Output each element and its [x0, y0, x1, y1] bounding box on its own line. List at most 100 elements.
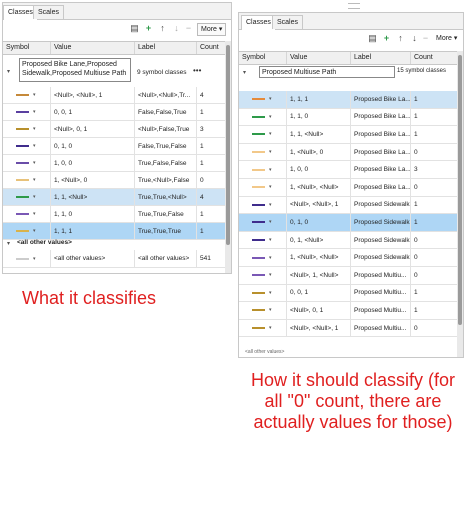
- label-cell[interactable]: <Null>,<Null>,Tr...: [135, 87, 197, 103]
- label-cell[interactable]: False,False,True: [135, 104, 197, 120]
- class-row[interactable]: ▾ 0, 1, 0 False,True,False 1: [3, 138, 231, 155]
- more-button[interactable]: More ▾: [433, 33, 460, 44]
- class-row[interactable]: ▾ <Null>, 0, 1 <Null>,False,True 3: [3, 121, 231, 138]
- move-down-icon[interactable]: ↓: [171, 23, 182, 34]
- class-row[interactable]: ▾ 1, <Null>, 0 True,<Null>,False 0: [3, 172, 231, 189]
- label-cell[interactable]: True,False,False: [135, 155, 197, 171]
- symbol-swatch[interactable]: [252, 274, 265, 277]
- value-cell[interactable]: 1, 1, 1: [51, 223, 135, 239]
- symbol-cell[interactable]: ▾: [239, 249, 287, 266]
- symbol-cell[interactable]: ▾: [3, 172, 51, 188]
- class-row[interactable]: ▾ 1, <Null>, 0 Proposed Bike La... 0: [239, 143, 463, 162]
- other-values-row[interactable]: ▾ <all other values> <all other values> …: [3, 250, 231, 268]
- class-row[interactable]: ▾ 1, 0, 0 Proposed Bike La... 3: [239, 161, 463, 179]
- symbol-cell[interactable]: ▾: [239, 91, 287, 108]
- value-cell[interactable]: <Null>, 0, 1: [287, 302, 351, 319]
- collapse-icon[interactable]: ▾: [243, 69, 246, 76]
- symbol-cell[interactable]: ▾: [3, 121, 51, 137]
- col-value[interactable]: Value: [287, 52, 351, 64]
- dropdown-caret-icon[interactable]: ▾: [269, 307, 272, 313]
- value-cell[interactable]: 1, 0, 0: [51, 155, 135, 171]
- dropdown-caret-icon[interactable]: ▾: [33, 177, 36, 183]
- dropdown-caret-icon[interactable]: ▾: [33, 143, 36, 149]
- value-cell[interactable]: 0, 1, <Null>: [287, 231, 351, 249]
- symbol-cell[interactable]: ▾: [3, 189, 51, 205]
- symbol-swatch[interactable]: [252, 327, 265, 330]
- class-row[interactable]: ▾ 1, <Null>, <Null> Proposed Bike La... 0: [239, 179, 463, 197]
- class-row[interactable]: ▾ 1, <Null>, <Null> Proposed Sidewalk 0: [239, 249, 463, 267]
- class-row[interactable]: ▾ 0, 0, 1 False,False,True 1: [3, 104, 231, 121]
- symbol-cell[interactable]: ▾: [239, 179, 287, 196]
- symbol-swatch[interactable]: [252, 133, 265, 136]
- label-cell[interactable]: True,<Null>,False: [135, 172, 197, 188]
- dropdown-caret-icon[interactable]: ▾: [269, 202, 272, 208]
- col-symbol[interactable]: Symbol: [3, 42, 51, 54]
- symbol-cell[interactable]: ▾: [239, 319, 287, 337]
- symbol-swatch[interactable]: [252, 186, 265, 189]
- value-cell[interactable]: 1, 1, 1: [287, 91, 351, 108]
- class-row[interactable]: ▾ <Null>, 0, 1 Proposed Multiu... 1: [239, 302, 463, 320]
- symbol-cell[interactable]: ▾: [3, 155, 51, 171]
- symbol-swatch[interactable]: [16, 230, 29, 232]
- dropdown-caret-icon[interactable]: ▾: [269, 290, 272, 296]
- add-class-icon[interactable]: ▤: [367, 33, 378, 44]
- scroll-thumb[interactable]: [226, 45, 230, 245]
- symbol-swatch[interactable]: [252, 221, 265, 224]
- symbol-swatch[interactable]: [16, 111, 29, 113]
- dropdown-caret-icon[interactable]: ▾: [33, 228, 36, 234]
- value-cell[interactable]: 1, <Null>, 0: [287, 143, 351, 161]
- label-cell[interactable]: <all other values>: [135, 250, 197, 267]
- vertical-scrollbar[interactable]: [457, 51, 463, 357]
- symbol-cell[interactable]: ▾: [3, 206, 51, 222]
- dropdown-caret-icon[interactable]: ▾: [33, 211, 36, 217]
- symbol-cell[interactable]: ▾: [239, 267, 287, 284]
- value-cell[interactable]: 1, <Null>, <Null>: [287, 249, 351, 266]
- value-cell[interactable]: 1, 0, 0: [287, 161, 351, 178]
- value-cell[interactable]: 0, 0, 1: [287, 284, 351, 302]
- class-row[interactable]: ▾ 1, 1, <Null> True,True,<Null> 4: [3, 189, 231, 206]
- value-cell[interactable]: 1, 1, <Null>: [51, 189, 135, 205]
- label-cell[interactable]: Proposed Multiu...: [351, 267, 411, 284]
- dropdown-caret-icon[interactable]: ▾: [33, 194, 36, 200]
- class-row[interactable]: ▾ 1, 1, 1 Proposed Bike La... 1: [239, 91, 463, 109]
- class-row[interactable]: ▾ 1, 0, 0 True,False,False 1: [3, 155, 231, 172]
- value-cell[interactable]: <Null>, <Null>, 1: [287, 196, 351, 214]
- col-label[interactable]: Label: [135, 42, 197, 54]
- label-cell[interactable]: <Null>,False,True: [135, 121, 197, 137]
- class-row[interactable]: ▾ 1, 1, 0 Proposed Bike La... 1: [239, 108, 463, 127]
- symbol-swatch[interactable]: [252, 239, 265, 242]
- symbol-swatch[interactable]: [252, 309, 265, 312]
- symbol-swatch[interactable]: [252, 256, 265, 259]
- symbol-swatch[interactable]: [16, 145, 29, 147]
- symbol-cell[interactable]: ▾: [3, 250, 51, 267]
- move-up-icon[interactable]: ↑: [157, 23, 168, 34]
- value-cell[interactable]: <Null>, <Null>, 1: [51, 87, 135, 103]
- dropdown-caret-icon[interactable]: ▾: [269, 184, 272, 190]
- value-cell[interactable]: 1, 1, 0: [287, 108, 351, 126]
- label-cell[interactable]: Proposed Multiu...: [351, 302, 411, 319]
- symbol-swatch[interactable]: [252, 168, 265, 171]
- label-cell[interactable]: False,True,False: [135, 138, 197, 154]
- value-cell[interactable]: <Null>, 1, <Null>: [287, 267, 351, 284]
- symbol-cell[interactable]: ▾: [239, 196, 287, 214]
- label-cell[interactable]: Proposed Bike La...: [351, 91, 411, 108]
- symbol-swatch[interactable]: [16, 196, 29, 198]
- collapse-other-icon[interactable]: ▾: [7, 240, 10, 247]
- symbol-swatch[interactable]: [252, 115, 265, 118]
- remove-icon[interactable]: −: [420, 33, 431, 44]
- tab-scales[interactable]: Scales: [272, 15, 304, 29]
- class-row[interactable]: ▾ <Null>, <Null>, 1 <Null>,<Null>,Tr... 4: [3, 87, 231, 104]
- tab-scales[interactable]: Scales: [33, 5, 65, 19]
- group-heading-field[interactable]: Proposed Bike Lane,Proposed Sidewalk,Pro…: [19, 58, 131, 82]
- symbol-cell[interactable]: ▾: [239, 161, 287, 178]
- symbol-cell[interactable]: ▾: [239, 143, 287, 161]
- col-count[interactable]: Count: [197, 42, 227, 54]
- symbol-cell[interactable]: ▾: [3, 138, 51, 154]
- symbol-swatch[interactable]: [16, 162, 29, 164]
- add-icon[interactable]: +: [143, 23, 154, 34]
- value-cell[interactable]: 1, 1, <Null>: [287, 126, 351, 143]
- add-class-icon[interactable]: ▤: [129, 23, 140, 34]
- label-cell[interactable]: Proposed Bike La...: [351, 161, 411, 178]
- symbol-cell[interactable]: ▾: [239, 231, 287, 249]
- move-up-icon[interactable]: ↑: [395, 33, 406, 44]
